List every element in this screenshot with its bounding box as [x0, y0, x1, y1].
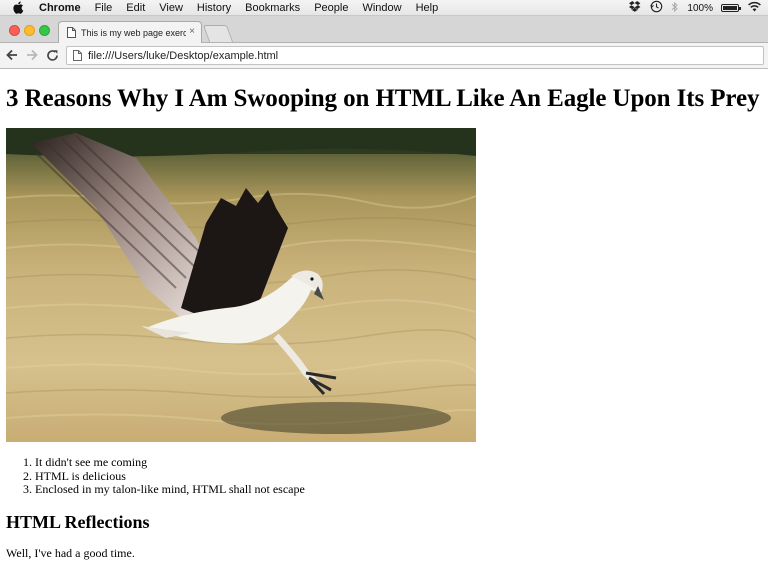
forward-arrow-icon[interactable] [24, 47, 40, 63]
back-arrow-icon[interactable] [4, 47, 20, 63]
apple-menu-icon[interactable] [13, 1, 27, 14]
battery-icon[interactable] [721, 4, 741, 12]
menu-file[interactable]: File [95, 2, 113, 14]
menu-people[interactable]: People [314, 2, 348, 14]
reasons-list: It didn't see me coming HTML is deliciou… [14, 455, 305, 497]
zoom-window-button[interactable] [39, 25, 50, 36]
dropbox-icon[interactable] [629, 1, 642, 15]
menu-app-chrome[interactable]: Chrome [39, 2, 81, 14]
new-tab-button[interactable] [202, 25, 234, 42]
menu-window[interactable]: Window [362, 2, 401, 14]
browser-tab[interactable]: This is my web page exerc × [58, 21, 202, 43]
menu-view[interactable]: View [159, 2, 183, 14]
battery-fill [723, 6, 737, 10]
eagle-photo [6, 128, 476, 442]
tab-close-icon[interactable]: × [189, 26, 195, 37]
page-heading: 3 Reasons Why I Am Swooping on HTML Like… [6, 85, 760, 112]
battery-percentage: 100% [687, 2, 713, 14]
list-item: HTML is delicious [35, 469, 305, 484]
url-text[interactable]: file:///Users/luke/Desktop/example.html [88, 50, 278, 62]
document-icon [67, 27, 76, 38]
list-item: It didn't see me coming [35, 455, 305, 470]
page-info-icon[interactable] [73, 50, 82, 61]
menu-edit[interactable]: Edit [126, 2, 145, 14]
browser-tab-strip: This is my web page exerc × [0, 16, 768, 43]
reload-icon[interactable] [44, 47, 60, 63]
tab-title: This is my web page exerc [81, 27, 186, 38]
menu-bar-status-area: 100% [629, 0, 762, 16]
minimize-window-button[interactable] [24, 25, 35, 36]
list-item: Enclosed in my talon-like mind, HTML sha… [35, 482, 305, 497]
section-heading: HTML Reflections [6, 512, 150, 532]
wifi-icon[interactable] [747, 1, 762, 15]
menu-bookmarks[interactable]: Bookmarks [245, 2, 300, 14]
bluetooth-icon[interactable] [671, 1, 679, 16]
time-machine-icon[interactable] [650, 0, 663, 16]
browser-toolbar: file:///Users/luke/Desktop/example.html [0, 43, 768, 69]
close-window-button[interactable] [9, 25, 20, 36]
menu-history[interactable]: History [197, 2, 231, 14]
address-bar[interactable]: file:///Users/luke/Desktop/example.html [66, 46, 764, 65]
page-viewport: 3 Reasons Why I Am Swooping on HTML Like… [0, 69, 768, 565]
body-paragraph: Well, I've had a good time. [6, 546, 135, 560]
menu-help[interactable]: Help [416, 2, 439, 14]
macos-menu-bar: Chrome File Edit View History Bookmarks … [0, 0, 768, 16]
